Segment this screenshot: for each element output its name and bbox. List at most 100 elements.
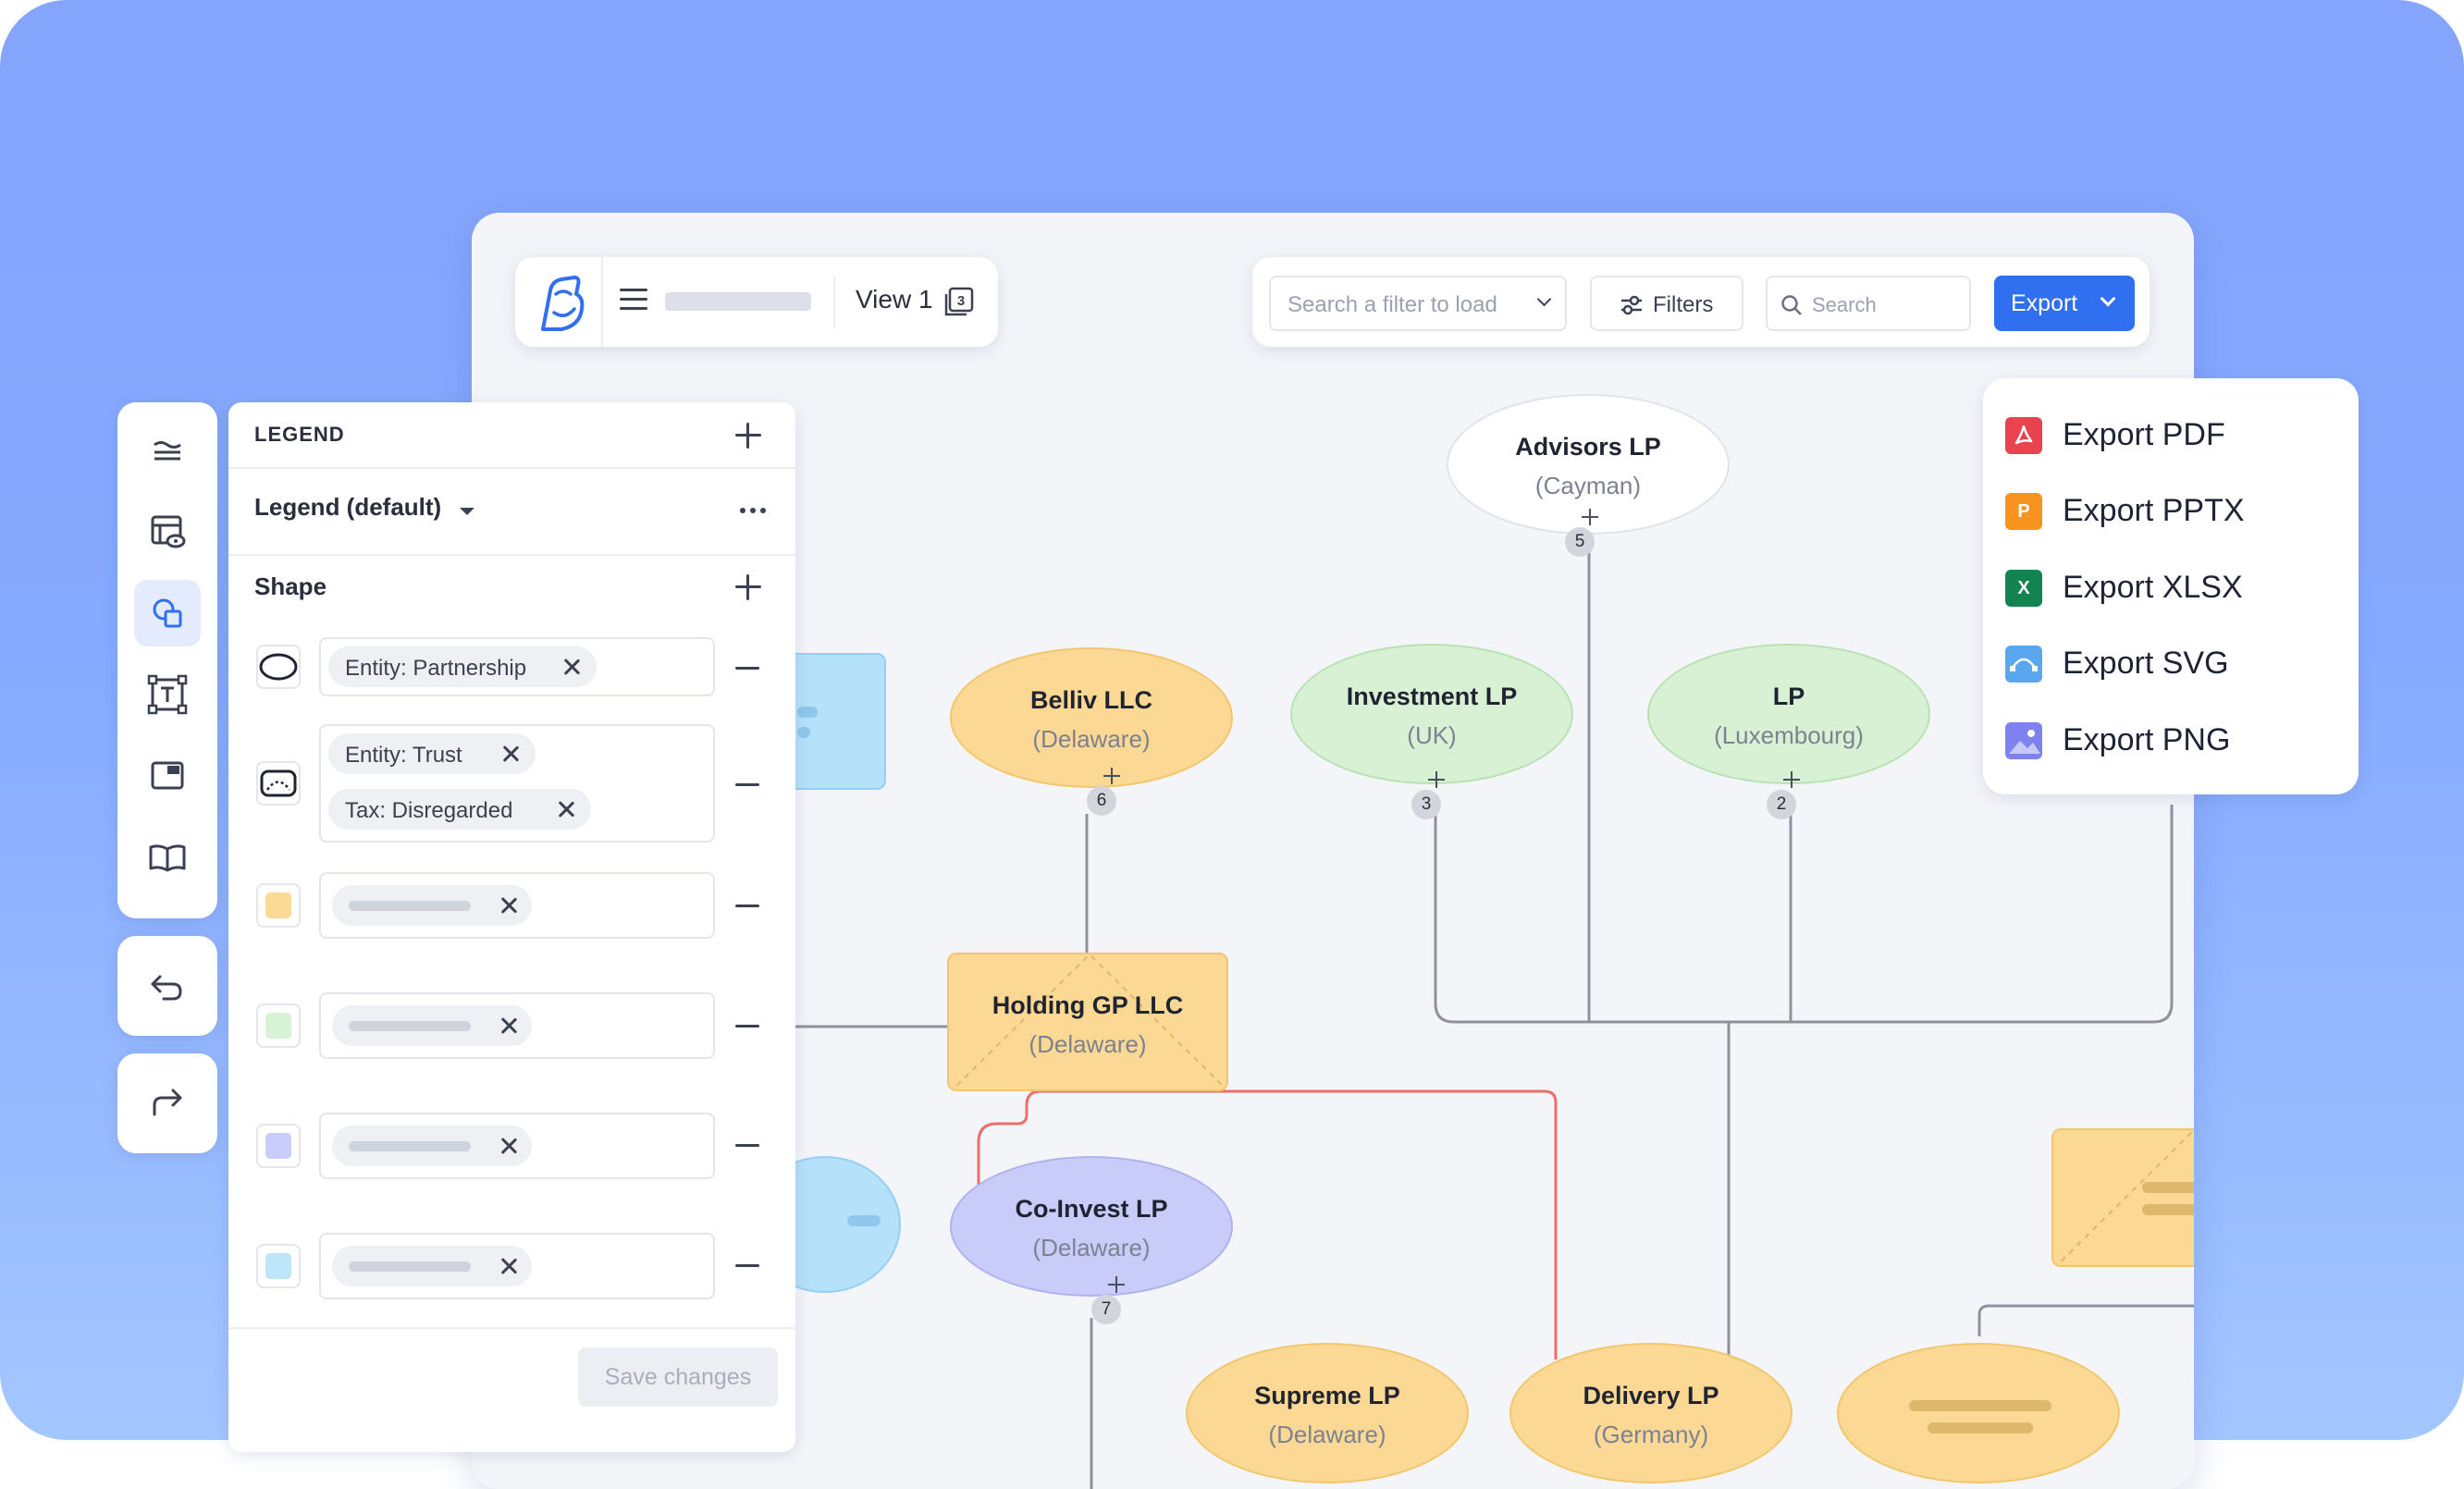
color-swatch-green[interactable] bbox=[256, 1003, 301, 1048]
rule-field[interactable] bbox=[319, 1113, 715, 1179]
xlsx-icon: X bbox=[2005, 570, 2042, 607]
legend-title: LEGEND bbox=[254, 423, 345, 446]
close-icon[interactable] bbox=[500, 897, 517, 914]
node-delivery-lp[interactable]: Delivery LP (Germany) bbox=[1509, 1343, 1793, 1483]
legend-select-label: Legend (default) bbox=[254, 493, 442, 521]
view-button[interactable] bbox=[134, 498, 201, 565]
remove-rule-icon[interactable] bbox=[735, 1025, 759, 1028]
search-placeholder: Search bbox=[1812, 293, 1877, 316]
library-button[interactable] bbox=[134, 824, 201, 891]
node-jurisdiction: (Cayman) bbox=[1534, 472, 1642, 499]
search-input[interactable]: Search bbox=[1766, 276, 1971, 331]
entity-node-blue-partial[interactable] bbox=[786, 653, 886, 790]
color-swatch-orange[interactable] bbox=[256, 883, 301, 928]
pptx-icon: P bbox=[2005, 493, 2042, 530]
layers-icon bbox=[154, 441, 181, 461]
ellipse-swatch[interactable] bbox=[256, 645, 301, 689]
search-icon bbox=[1781, 295, 1802, 315]
svg-icon bbox=[2005, 646, 2042, 683]
hamburger-menu-icon[interactable] bbox=[620, 289, 647, 314]
export-xlsx-item[interactable]: X Export XLSX bbox=[2005, 560, 2338, 616]
text-box-icon bbox=[147, 674, 188, 715]
rule-field[interactable] bbox=[319, 1233, 715, 1299]
remove-rule-icon[interactable] bbox=[735, 1144, 759, 1147]
close-icon[interactable] bbox=[558, 801, 574, 818]
node-badge[interactable]: 3 bbox=[1411, 790, 1441, 819]
tag-placeholder bbox=[332, 1246, 532, 1286]
node-name: Supreme LP bbox=[1254, 1382, 1400, 1409]
rule-field[interactable] bbox=[319, 992, 715, 1059]
add-child-icon[interactable] bbox=[1108, 1276, 1125, 1293]
node-name: Investment LP bbox=[1346, 683, 1518, 710]
close-icon[interactable] bbox=[502, 745, 519, 762]
remove-rule-icon[interactable] bbox=[735, 783, 759, 786]
close-icon[interactable] bbox=[500, 1138, 517, 1154]
remove-rule-icon[interactable] bbox=[735, 667, 759, 670]
export-button[interactable]: Export bbox=[1994, 276, 2135, 331]
redo-button[interactable] bbox=[117, 1053, 217, 1153]
save-changes-button[interactable]: Save changes bbox=[578, 1347, 778, 1407]
node-badge[interactable]: 2 bbox=[1767, 790, 1796, 819]
layers-button[interactable] bbox=[134, 417, 201, 484]
node-supreme-lp[interactable]: Supreme LP (Delaware) bbox=[1186, 1343, 1469, 1483]
close-icon[interactable] bbox=[500, 1017, 517, 1034]
node-belliv-llc[interactable]: Belliv LLC (Delaware) bbox=[950, 647, 1233, 788]
shapes-button[interactable] bbox=[134, 580, 201, 646]
trust-swatch[interactable] bbox=[256, 761, 301, 806]
node-badge[interactable]: 5 bbox=[1565, 527, 1595, 557]
node-name: Delivery LP bbox=[1583, 1382, 1719, 1409]
rule-field[interactable]: Entity: Partnership bbox=[319, 637, 715, 696]
node-name: Holding GP LLC bbox=[992, 991, 1184, 1019]
legend-select[interactable]: Legend (default) bbox=[228, 467, 709, 550]
node-name: Belliv LLC bbox=[1029, 686, 1153, 714]
node-lp[interactable]: LP (Luxembourg) bbox=[1647, 644, 1930, 784]
trust-shape-icon bbox=[260, 769, 297, 797]
text-box-button[interactable] bbox=[134, 661, 201, 728]
remove-rule-icon[interactable] bbox=[735, 1264, 759, 1267]
add-child-icon[interactable] bbox=[1582, 509, 1598, 525]
shapes-icon bbox=[153, 598, 182, 628]
entity-node-trust-partial[interactable] bbox=[2051, 1128, 2194, 1267]
export-pptx-item[interactable]: P Export PPTX bbox=[2005, 484, 2338, 539]
export-png-item[interactable]: Export PNG bbox=[2005, 713, 2338, 769]
remove-rule-icon[interactable] bbox=[735, 904, 759, 907]
filters-button[interactable]: Filters bbox=[1590, 276, 1743, 331]
node-holding-gp-llc[interactable]: Holding GP LLC (Delaware) bbox=[947, 953, 1228, 1091]
add-child-icon[interactable] bbox=[1103, 768, 1120, 784]
png-icon bbox=[2005, 722, 2042, 759]
node-jurisdiction: (Germany) bbox=[1593, 1421, 1709, 1448]
view-label[interactable]: View 1 bbox=[856, 285, 933, 314]
undo-button[interactable] bbox=[117, 936, 217, 1036]
node-investment-lp[interactable]: Investment LP (UK) bbox=[1290, 644, 1573, 784]
add-legend-icon[interactable] bbox=[735, 423, 761, 449]
rule-field[interactable]: Entity: Trust Tax: Disregarded bbox=[319, 724, 715, 843]
entity-node-orange-placeholder[interactable] bbox=[1837, 1343, 2120, 1483]
node-badge[interactable]: 7 bbox=[1091, 1295, 1121, 1324]
frame-button[interactable] bbox=[134, 743, 201, 809]
export-xlsx-label: Export XLSX bbox=[2063, 570, 2243, 605]
rule-field[interactable] bbox=[319, 872, 715, 939]
filters-label: Filters bbox=[1653, 292, 1714, 317]
export-dropdown: Export PDF P Export PPTX X Export XLSX E… bbox=[1983, 378, 2359, 794]
node-badge[interactable]: 6 bbox=[1087, 786, 1116, 816]
add-child-icon[interactable] bbox=[1428, 771, 1445, 788]
node-co-invest-lp[interactable]: Co-Invest LP (Delaware) bbox=[950, 1156, 1233, 1297]
export-pdf-item[interactable]: Export PDF bbox=[2005, 408, 2338, 463]
chevron-down-icon bbox=[1536, 291, 1552, 307]
view-count-icon[interactable]: 3 bbox=[942, 287, 974, 316]
section-title-shape: Shape bbox=[254, 572, 327, 600]
logo[interactable] bbox=[515, 257, 603, 347]
color-swatch-purple[interactable] bbox=[256, 1124, 301, 1168]
more-options-icon[interactable] bbox=[740, 508, 768, 513]
node-name: Advisors LP bbox=[1515, 433, 1661, 461]
close-icon[interactable] bbox=[500, 1258, 517, 1274]
caret-down-icon bbox=[460, 508, 474, 515]
close-icon[interactable] bbox=[563, 658, 580, 675]
color-swatch-blue[interactable] bbox=[256, 1244, 301, 1288]
header-right: Search a filter to load Filters Search E… bbox=[1252, 257, 2150, 347]
tag-placeholder bbox=[332, 1126, 532, 1166]
add-child-icon[interactable] bbox=[1783, 771, 1800, 788]
add-shape-rule-icon[interactable] bbox=[735, 574, 761, 600]
filter-select[interactable]: Search a filter to load bbox=[1269, 276, 1567, 331]
export-svg-item[interactable]: Export SVG bbox=[2005, 636, 2338, 692]
